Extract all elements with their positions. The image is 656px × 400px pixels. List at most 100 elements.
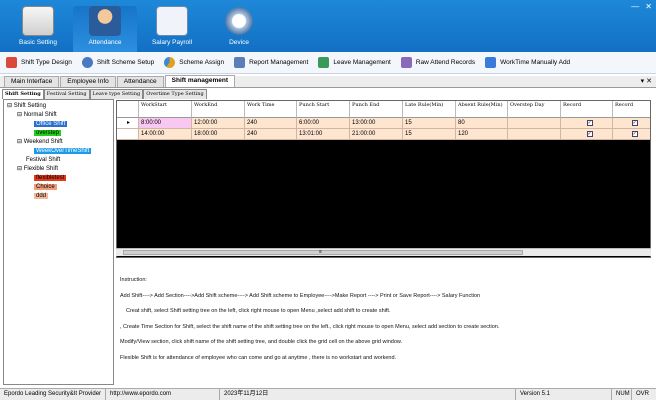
table-row[interactable]: ▸ 8:00:00 12:00:00 240 6:00:00 13:00:00 … (117, 118, 650, 129)
tab-label: Basic Setting (19, 39, 57, 46)
minimize-button[interactable]: — (631, 2, 639, 11)
cell-late-rule[interactable]: 15 (403, 129, 456, 140)
record-checkbox[interactable]: ✓ (586, 120, 593, 126)
record-checkbox[interactable]: ✓ (631, 131, 638, 137)
person-icon (89, 6, 121, 36)
column-header[interactable]: WorkEnd (192, 101, 245, 118)
tab-festival-setting[interactable]: Festival Setting (43, 89, 90, 99)
tab-salary-payroll[interactable]: Salary Payroll (140, 6, 204, 52)
report-management-button[interactable]: Report Management (234, 57, 308, 68)
status-company: Epordo Leading Security&It Provider (0, 389, 106, 400)
pie-icon (164, 57, 176, 68)
column-header[interactable]: Punch End (350, 101, 403, 118)
button-label: Shift Scheme Setup (96, 59, 155, 66)
cell-worktime[interactable]: 240 (245, 129, 297, 140)
tree-node-shift-setting[interactable]: ⊟ Shift Setting (7, 102, 46, 111)
tab-attendance-doc[interactable]: Attendance (116, 76, 164, 87)
node-label: ddd (34, 193, 49, 199)
cell-absent-rule[interactable]: 120 (456, 129, 508, 140)
shift-tree: ⊟ Shift Setting ⊟ Normal Shift Office Sh… (3, 99, 114, 385)
tab-shift-setting[interactable]: Shift Setting (2, 89, 44, 99)
tree-node-ddd[interactable]: ddd (34, 192, 49, 201)
cell-punch-start[interactable]: 13:01:00 (297, 129, 350, 140)
cell-punch-end[interactable]: 13:00:00 (350, 118, 403, 129)
report-icon (234, 57, 246, 68)
cell-workend[interactable]: 12:00:00 (192, 118, 245, 129)
column-header[interactable]: Absent Rule(Min) (456, 101, 508, 118)
instruction-title: Instruction: (120, 277, 147, 283)
clock-icon (81, 57, 93, 68)
leave-management-button[interactable]: Leave Management (318, 57, 391, 68)
tab-shift-management[interactable]: Shift management (164, 75, 235, 87)
node-label: WeekOverTimeShift (34, 148, 92, 154)
button-label: Raw Attend Records (415, 59, 476, 66)
column-header[interactable]: Record (613, 101, 650, 118)
tree-node-normal-shift[interactable]: ⊟ Normal Shift (17, 111, 57, 120)
folder-icon (22, 6, 54, 36)
tree-node-weekovertime[interactable]: WeekOverTimeShift (34, 147, 92, 156)
collapse-icon[interactable]: ⊟ (17, 166, 22, 172)
cell-late-rule[interactable]: 15 (403, 118, 456, 129)
cell-record[interactable]: ✓ (561, 118, 613, 129)
payroll-icon (156, 6, 188, 36)
cell-punch-start[interactable]: 6:00:00 (297, 118, 350, 129)
tab-basic-setting[interactable]: Basic Setting (6, 6, 70, 52)
cell-record[interactable]: ✓ (613, 129, 650, 140)
column-header[interactable]: Record (561, 101, 613, 118)
cell-overstep-day[interactable] (508, 118, 561, 129)
cell-absent-rule[interactable]: 80 (456, 118, 508, 129)
tree-node-flexibletest[interactable]: flexibletest (34, 174, 67, 183)
button-label: Shift Type Design (21, 59, 72, 66)
cell-workstart[interactable]: 8:00:00 (139, 118, 192, 129)
cell-workstart[interactable]: 14:00:00 (139, 129, 192, 140)
column-header[interactable]: Work Time (245, 101, 297, 118)
shift-type-design-button[interactable]: Shift Type Design (6, 57, 72, 68)
cell-workend[interactable]: 18:00:00 (192, 129, 245, 140)
cell-punch-end[interactable]: 21:00:00 (350, 129, 403, 140)
instruction-line: Add Shift----> Add Section---->Add Shift… (120, 293, 481, 299)
worktime-manually-add-button[interactable]: WorkTime Manually Add (485, 57, 570, 68)
cell-overstep-day[interactable] (508, 129, 561, 140)
cell-record[interactable]: ✓ (613, 118, 650, 129)
tab-close-icon[interactable]: ▾ ✕ (641, 77, 652, 85)
tree-node-choice[interactable]: Choice (34, 183, 57, 192)
status-url: http://www.epordo.com (106, 389, 220, 400)
collapse-icon[interactable]: ⊟ (17, 139, 22, 145)
tab-device[interactable]: Device (207, 6, 271, 52)
scroll-thumb[interactable]: ≡ (123, 249, 523, 255)
button-label: Scheme Assign (179, 59, 225, 66)
column-header[interactable]: Late Rule(Min) (403, 101, 456, 118)
instruction-panel: Instruction: Add Shift----> Add Section-… (116, 271, 651, 385)
cell-record[interactable]: ✓ (561, 129, 613, 140)
column-header[interactable]: WorkStart (139, 101, 192, 118)
tree-node-festival-shift[interactable]: Festival Shift (26, 156, 60, 165)
tab-main-interface[interactable]: Main Interface (4, 76, 60, 87)
collapse-icon[interactable]: ⊟ (7, 103, 12, 109)
raw-attend-records-button[interactable]: Raw Attend Records (400, 57, 476, 68)
node-label: overstep (34, 130, 62, 136)
record-checkbox[interactable]: ✓ (586, 131, 593, 137)
status-bar: Epordo Leading Security&It Provider http… (0, 388, 656, 400)
column-header[interactable]: Overstep Day (508, 101, 561, 118)
column-header[interactable]: Punch Start (297, 101, 350, 118)
tab-attendance[interactable]: Attendance (73, 6, 137, 52)
status-version: Version 5.1 (516, 389, 612, 400)
tab-overtime-type-setting[interactable]: Overtime Type Setting (143, 89, 207, 99)
tree-node-office-shift[interactable]: Office Shift (34, 120, 68, 129)
tree-node-weekend-shift[interactable]: ⊟ Weekend Shift (17, 138, 63, 147)
horizontal-scrollbar[interactable]: ≡ (116, 248, 651, 256)
close-button[interactable]: ✕ (645, 2, 652, 11)
shift-scheme-setup-button[interactable]: Shift Scheme Setup (81, 57, 155, 68)
table-row[interactable]: 14:00:00 18:00:00 240 13:01:00 21:00:00 … (117, 129, 650, 140)
tree-node-overstep[interactable]: overstep (34, 129, 62, 138)
record-checkbox[interactable]: ✓ (631, 120, 638, 126)
tab-employee-info[interactable]: Employee Info (60, 76, 116, 87)
scheme-assign-button[interactable]: Scheme Assign (164, 57, 224, 68)
node-label: Weekend Shift (23, 139, 63, 145)
instruction-line: Modify/View section, click shift name of… (120, 339, 403, 345)
tree-node-flexible-shift[interactable]: ⊟ Flexible Shift (17, 165, 58, 174)
window-controls: — ✕ (631, 2, 652, 11)
tab-leave-type-setting[interactable]: Leave type Setting (89, 89, 144, 99)
cell-worktime[interactable]: 240 (245, 118, 297, 129)
collapse-icon[interactable]: ⊟ (17, 112, 22, 118)
